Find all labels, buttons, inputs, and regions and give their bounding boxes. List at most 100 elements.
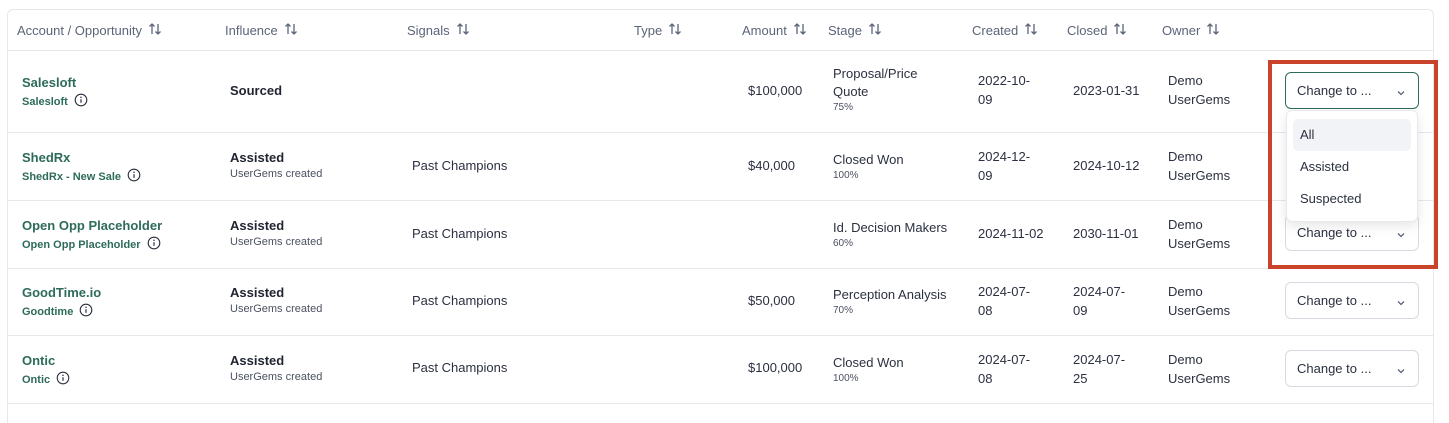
opportunity-link[interactable]: Ontic bbox=[22, 371, 70, 388]
influence-value: Assisted bbox=[230, 285, 285, 300]
info-icon[interactable] bbox=[56, 371, 70, 388]
created-date: 2024-07- 08 bbox=[978, 284, 1031, 318]
info-icon[interactable] bbox=[79, 303, 93, 320]
sort-icon[interactable] bbox=[148, 22, 162, 39]
influence-change-select[interactable]: Change to ... bbox=[1285, 72, 1419, 109]
account-link[interactable]: Open Opp Placeholder bbox=[22, 218, 162, 233]
account-link[interactable]: Salesloft bbox=[22, 75, 88, 90]
influence-cell: Assisted UserGems created bbox=[230, 285, 322, 315]
column-header-signals[interactable]: Signals bbox=[407, 22, 470, 39]
chevron-down-icon bbox=[1396, 296, 1406, 311]
table-row: Ontic Ontic Assisted UserGems created Pa… bbox=[8, 336, 1433, 404]
stage-cell: Closed Won 100% bbox=[833, 354, 904, 384]
dropdown-option-suspected[interactable]: Suspected bbox=[1293, 183, 1411, 215]
opportunity-link[interactable]: Goodtime bbox=[22, 303, 101, 320]
influence-cell: Sourced bbox=[230, 83, 282, 98]
owner-name: Demo UserGems bbox=[1168, 352, 1231, 386]
stage-cell: Closed Won 100% bbox=[833, 151, 904, 181]
influence-cell: Assisted UserGems created bbox=[230, 353, 322, 383]
closed-date: 2024-10-12 bbox=[1073, 158, 1140, 173]
opportunity-link[interactable]: Open Opp Placeholder bbox=[22, 236, 162, 253]
stage-cell: Perception Analysis 70% bbox=[833, 286, 946, 316]
influence-source: UserGems created bbox=[230, 371, 323, 383]
closed-date: 2030-11-01 bbox=[1073, 226, 1139, 241]
influence-value: Assisted bbox=[230, 353, 285, 368]
stage-value: Perception Analysis bbox=[833, 287, 947, 302]
opportunity-link[interactable]: ShedRx - New Sale bbox=[22, 168, 141, 185]
stage-value: Id. Decision Makers bbox=[833, 220, 948, 235]
sort-icon[interactable] bbox=[1024, 22, 1038, 39]
stage-probability: 100% bbox=[833, 373, 859, 384]
column-header-stage[interactable]: Stage bbox=[828, 22, 882, 39]
influence-value: Assisted bbox=[230, 218, 285, 233]
sort-icon[interactable] bbox=[1206, 22, 1220, 39]
owner-name: Demo UserGems bbox=[1168, 217, 1231, 251]
table-header: Account / Opportunity Influence Signals … bbox=[8, 10, 1433, 51]
influence-cell: Assisted UserGems created bbox=[230, 150, 322, 180]
signals-value: Past Champions bbox=[412, 293, 508, 308]
column-header-amount[interactable]: Amount bbox=[742, 22, 807, 39]
column-header-closed[interactable]: Closed bbox=[1067, 22, 1127, 39]
influence-value: Assisted bbox=[230, 150, 285, 165]
signals-value: Past Champions bbox=[412, 360, 508, 375]
account-cell: Salesloft Salesloft bbox=[22, 75, 88, 110]
owner-name: Demo UserGems bbox=[1168, 149, 1231, 183]
influence-source: UserGems created bbox=[230, 168, 323, 180]
dropdown-option-all[interactable]: All bbox=[1293, 119, 1411, 151]
sort-icon[interactable] bbox=[284, 22, 298, 39]
chevron-down-icon bbox=[1396, 86, 1406, 101]
opportunity-link[interactable]: Salesloft bbox=[22, 93, 88, 110]
table-row bbox=[8, 404, 1433, 423]
info-icon[interactable] bbox=[74, 93, 88, 110]
table-row: Open Opp Placeholder Open Opp Placeholde… bbox=[8, 201, 1433, 269]
column-header-created[interactable]: Created bbox=[972, 22, 1038, 39]
stage-value: Closed Won bbox=[833, 152, 904, 167]
signals-value: Past Champions bbox=[412, 158, 508, 173]
stage-value: Proposal/Price Quote bbox=[833, 66, 918, 99]
chevron-down-icon bbox=[1396, 364, 1406, 379]
amount-value: $100,000 bbox=[748, 83, 803, 98]
sort-icon[interactable] bbox=[1113, 22, 1127, 39]
owner-name: Demo UserGems bbox=[1168, 73, 1231, 107]
influence-change-select[interactable]: Change to ... bbox=[1285, 350, 1419, 387]
influence-change-select[interactable]: Change to ... bbox=[1285, 282, 1419, 319]
stage-cell: Id. Decision Makers 60% bbox=[833, 219, 947, 249]
column-header-influence[interactable]: Influence bbox=[225, 22, 298, 39]
amount-value: $100,000 bbox=[748, 360, 803, 375]
sort-icon[interactable] bbox=[668, 22, 682, 39]
stage-probability: 70% bbox=[833, 305, 854, 316]
chevron-down-icon bbox=[1396, 228, 1406, 243]
amount-value: $50,000 bbox=[748, 293, 795, 308]
created-date: 2024-12- 09 bbox=[978, 149, 1031, 183]
column-header-account[interactable]: Account / Opportunity bbox=[17, 22, 162, 39]
influence-source: UserGems created bbox=[230, 303, 323, 315]
dropdown-option-assisted[interactable]: Assisted bbox=[1293, 151, 1411, 183]
account-cell: Ontic Ontic bbox=[22, 353, 70, 388]
influence-cell: Assisted UserGems created bbox=[230, 218, 322, 248]
influence-value: Sourced bbox=[230, 83, 283, 98]
stage-probability: 75% bbox=[833, 102, 854, 113]
account-link[interactable]: Ontic bbox=[22, 353, 70, 368]
sort-icon[interactable] bbox=[456, 22, 470, 39]
created-date: 2024-07- 08 bbox=[978, 352, 1031, 386]
account-cell: ShedRx ShedRx - New Sale bbox=[22, 150, 141, 185]
account-link[interactable]: GoodTime.io bbox=[22, 285, 101, 300]
sort-icon[interactable] bbox=[793, 22, 807, 39]
created-date: 2024-11-02 bbox=[978, 226, 1044, 241]
stage-probability: 60% bbox=[833, 238, 854, 249]
owner-name: Demo UserGems bbox=[1168, 284, 1231, 318]
stage-value: Closed Won bbox=[833, 355, 904, 370]
table-row: Salesloft Salesloft Sourced $100,000 Pro… bbox=[8, 51, 1433, 133]
column-header-owner[interactable]: Owner bbox=[1162, 22, 1220, 39]
account-cell: GoodTime.io Goodtime bbox=[22, 285, 101, 320]
info-icon[interactable] bbox=[127, 168, 141, 185]
column-header-type[interactable]: Type bbox=[634, 22, 682, 39]
account-link[interactable]: ShedRx bbox=[22, 150, 141, 165]
table-row: GoodTime.io Goodtime Assisted UserGems c… bbox=[8, 269, 1433, 336]
closed-date: 2024-07- 25 bbox=[1073, 352, 1126, 386]
account-cell: Open Opp Placeholder Open Opp Placeholde… bbox=[22, 218, 162, 253]
sort-icon[interactable] bbox=[868, 22, 882, 39]
info-icon[interactable] bbox=[147, 236, 161, 253]
closed-date: 2023-01-31 bbox=[1073, 83, 1140, 98]
table-row: ShedRx ShedRx - New Sale Assisted UserGe… bbox=[8, 133, 1433, 201]
